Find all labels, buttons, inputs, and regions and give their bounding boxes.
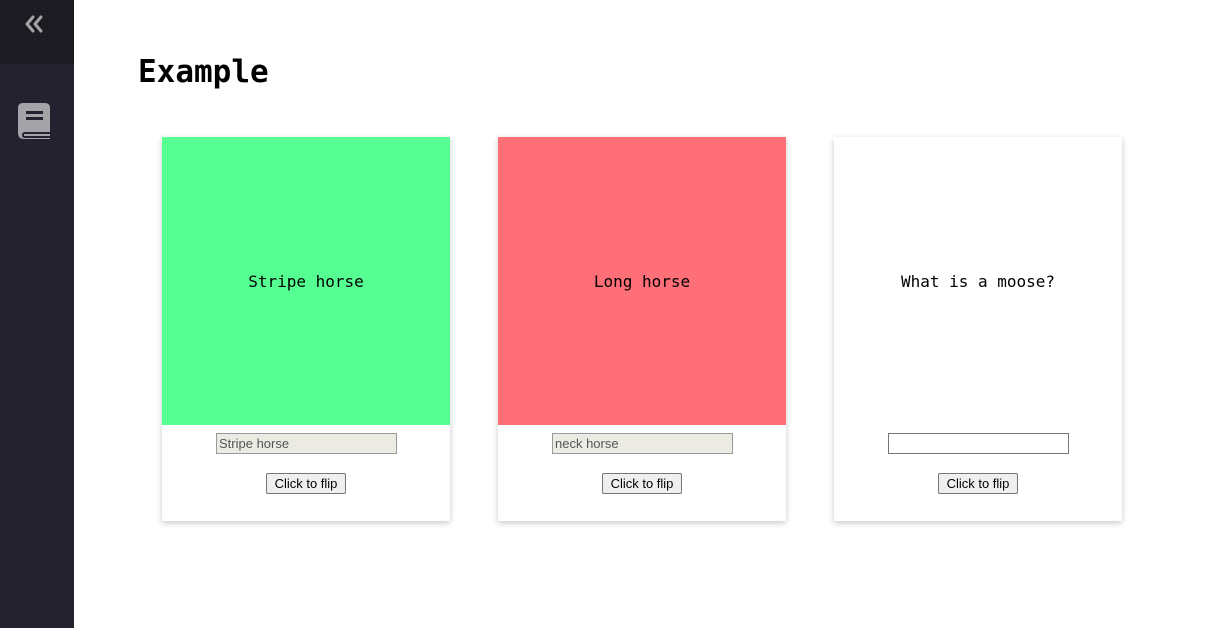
flip-button[interactable]: Click to flip bbox=[266, 473, 346, 494]
sidebar-header bbox=[0, 0, 74, 64]
sidebar-item-book[interactable] bbox=[17, 102, 51, 140]
card-face[interactable]: What is a moose? bbox=[834, 137, 1122, 425]
page-title: Example bbox=[138, 54, 269, 90]
sidebar bbox=[0, 0, 74, 628]
answer-input[interactable] bbox=[888, 433, 1069, 454]
main-content: Example Stripe horse Click to flip Long … bbox=[74, 0, 1213, 628]
card-face[interactable]: Long horse bbox=[498, 137, 786, 425]
flashcard: What is a moose? Click to flip bbox=[834, 137, 1122, 521]
card-text: Stripe horse bbox=[248, 271, 364, 291]
card-text: Long horse bbox=[593, 271, 691, 291]
flashcard: Long horse Click to flip bbox=[498, 137, 786, 521]
flashcard: Stripe horse Click to flip bbox=[162, 137, 450, 521]
collapse-sidebar-button[interactable] bbox=[22, 12, 46, 36]
book-icon bbox=[18, 103, 50, 139]
answer-input[interactable] bbox=[552, 433, 733, 454]
chevron-double-left-icon bbox=[25, 15, 43, 33]
card-face[interactable]: Stripe horse bbox=[162, 137, 450, 425]
flip-button[interactable]: Click to flip bbox=[602, 473, 682, 494]
answer-input[interactable] bbox=[216, 433, 397, 454]
flip-button[interactable]: Click to flip bbox=[938, 473, 1018, 494]
card-text: What is a moose? bbox=[900, 271, 1056, 291]
